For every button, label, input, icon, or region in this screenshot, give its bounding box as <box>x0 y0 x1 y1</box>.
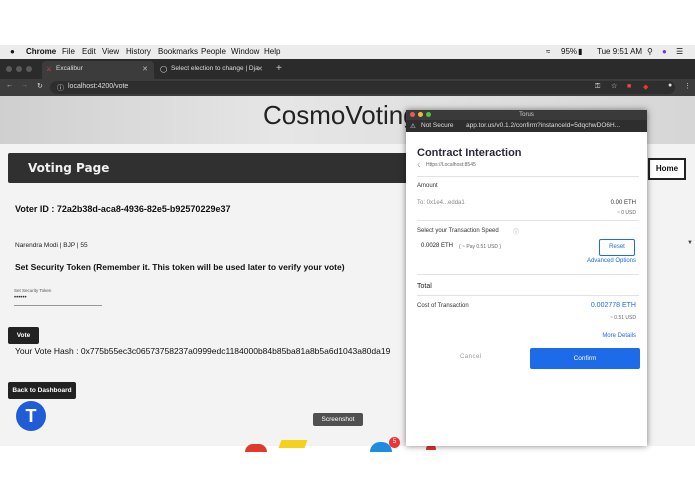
amount-label: Amount <box>417 183 438 189</box>
reload-icon[interactable]: ↻ <box>37 82 43 90</box>
more-details-link[interactable]: More Details <box>602 333 636 339</box>
url-text: localhost:4200/vote <box>68 83 129 90</box>
cancel-button[interactable]: Cancel <box>460 354 482 360</box>
popup-url-bar: ⚠ Not Secure app.tor.us/v0.1.2/confirm?i… <box>406 120 647 132</box>
battery-icon[interactable]: ▮ <box>578 47 582 56</box>
app-name: CosmoVoting <box>263 100 418 130</box>
total-label: Total <box>417 283 432 290</box>
confirm-button[interactable]: Confirm <box>530 348 640 369</box>
forward-arrow-icon[interactable]: → <box>21 82 28 89</box>
transaction-speed-label: Select your Transaction Speed <box>417 228 499 234</box>
divider <box>417 295 639 296</box>
page-title: Voting Page <box>28 161 110 175</box>
cost-label: Cost of Transaction <box>417 303 469 309</box>
menu-history[interactable]: History <box>126 47 151 56</box>
battery-percent: 95% <box>561 47 578 56</box>
popup-minimize-dot[interactable] <box>418 112 423 117</box>
reset-button[interactable]: Reset <box>599 239 635 256</box>
scroll-down-icon[interactable]: ▼ <box>687 240 693 246</box>
voting-page-header: Voting Page <box>8 153 408 183</box>
tab-excalibur[interactable]: ⚔ Excalibur ✕ <box>42 61 154 79</box>
macos-menubar: ● Chrome File Edit View History Bookmark… <box>0 45 695 59</box>
tab-close-icon[interactable]: ✕ <box>257 65 263 73</box>
wifi-icon[interactable]: ≈ <box>546 47 550 56</box>
profile-avatar-icon[interactable]: ● <box>668 82 672 89</box>
info-icon[interactable]: ⓘ <box>57 83 64 93</box>
menu-bookmarks[interactable]: Bookmarks <box>158 47 198 56</box>
security-token-heading: Set Security Token (Remember it. This to… <box>15 262 345 272</box>
screenshot-tooltip: Screenshot <box>313 413 363 426</box>
security-status: Not Secure <box>421 122 454 129</box>
contract-interaction-title: Contract Interaction <box>417 147 522 159</box>
menu-view[interactable]: View <box>102 47 119 56</box>
candidate-info: Narendra Modi | BJP | 55 <box>15 242 88 249</box>
tab-close-icon[interactable]: ✕ <box>142 65 148 73</box>
popup-zoom-dot[interactable] <box>426 112 431 117</box>
menubar-clock[interactable]: Tue 9:51 AM <box>597 47 642 56</box>
amount-eth: 0.00 ETH <box>610 200 636 206</box>
security-token-field[interactable]: Set Security Token •••••• <box>14 288 102 308</box>
notification-center-icon[interactable]: ☰ <box>676 47 683 56</box>
globe-favicon-icon: ◯ <box>160 66 168 73</box>
browser-tab-strip: ⚔ Excalibur ✕ ◯ Select election to chang… <box>0 59 695 79</box>
popup-title: Torus <box>519 112 534 118</box>
spotlight-icon[interactable]: ⚲ <box>647 47 653 56</box>
cost-eth: 0.002778 ETH <box>590 302 636 309</box>
tab-title: Excalibur <box>56 65 83 72</box>
amount-usd: ~ 0 USD <box>616 210 636 216</box>
extension-icon[interactable]: ◆ <box>643 83 648 91</box>
network-icon: ☇ <box>417 163 421 169</box>
torus-popup-window: Torus ⚠ Not Secure app.tor.us/v0.1.2/con… <box>406 110 647 446</box>
excalibur-favicon-icon: ⚔ <box>46 66 52 73</box>
browser-toolbar: ← → ↻ ⓘ localhost:4200/vote ⚿ ☆ ■ ◆ ● ⋮ <box>0 79 695 96</box>
dock-app-icon[interactable] <box>278 440 308 448</box>
network-url: Https://Localhost:8545 <box>426 162 476 168</box>
key-icon[interactable]: ⚿ <box>595 83 600 91</box>
menu-edit[interactable]: Edit <box>82 47 96 56</box>
divider <box>417 176 639 177</box>
menu-help[interactable]: Help <box>264 47 280 56</box>
window-minimize-dot[interactable] <box>16 66 22 72</box>
back-arrow-icon[interactable]: ← <box>6 82 13 89</box>
apple-icon[interactable]: ● <box>10 47 15 56</box>
security-token-label: Set Security Token <box>14 288 52 293</box>
address-bar[interactable]: ⓘ localhost:4200/vote ⚿ ☆ ■ ◆ <box>50 81 675 94</box>
new-tab-icon[interactable]: + <box>276 63 282 74</box>
back-to-dashboard-button[interactable]: Back to Dashboard <box>8 382 76 399</box>
user-icon[interactable]: ● <box>662 47 667 56</box>
window-close-dot[interactable] <box>6 66 12 72</box>
chrome-menu-icon[interactable]: ⋮ <box>684 82 691 90</box>
cost-usd: ~ 0.51 USD <box>610 315 636 321</box>
tab-select-election[interactable]: ◯ Select election to change | Dja ✕ <box>157 61 269 79</box>
popup-titlebar: Torus <box>406 110 647 120</box>
popup-url: app.tor.us/v0.1.2/confirm?instanceId=5dq… <box>466 122 621 129</box>
vote-button[interactable]: Vote <box>8 327 39 344</box>
dock-app-icon[interactable] <box>245 444 267 452</box>
voter-id: Voter ID : 72a2b38d-aca8-4936-82e5-b9257… <box>15 204 231 214</box>
menu-people[interactable]: People <box>201 47 226 56</box>
security-token-input[interactable]: •••••• <box>14 295 27 301</box>
torus-launcher-icon[interactable]: T <box>16 401 46 431</box>
menu-window[interactable]: Window <box>231 47 259 56</box>
fee-usd-note: ( ~ Pay 0.51 USD ) <box>459 244 502 250</box>
fee-eth: 0.0028 ETH <box>421 243 454 249</box>
home-button[interactable]: Home <box>648 158 686 180</box>
bookmark-star-icon[interactable]: ☆ <box>611 82 617 90</box>
extension-icon[interactable]: ■ <box>627 83 631 90</box>
divider <box>417 220 639 221</box>
advanced-options-link[interactable]: Advanced Options <box>587 258 636 264</box>
menu-file[interactable]: File <box>62 47 75 56</box>
dock-badge: 5 <box>389 437 400 448</box>
tab-title: Select election to change | Dja <box>171 65 259 72</box>
vote-hash: Your Vote Hash : 0x775b55ec3c06573758237… <box>15 346 391 356</box>
help-icon[interactable]: ⓘ <box>513 227 519 236</box>
recipient-address: To: 0x1e4...edda1 <box>417 200 465 206</box>
popup-close-dot[interactable] <box>410 112 415 117</box>
window-zoom-dot[interactable] <box>26 66 32 72</box>
divider <box>417 274 639 275</box>
warning-icon: ⚠ <box>410 123 416 130</box>
menu-chrome[interactable]: Chrome <box>26 47 56 56</box>
input-underline <box>14 305 102 306</box>
